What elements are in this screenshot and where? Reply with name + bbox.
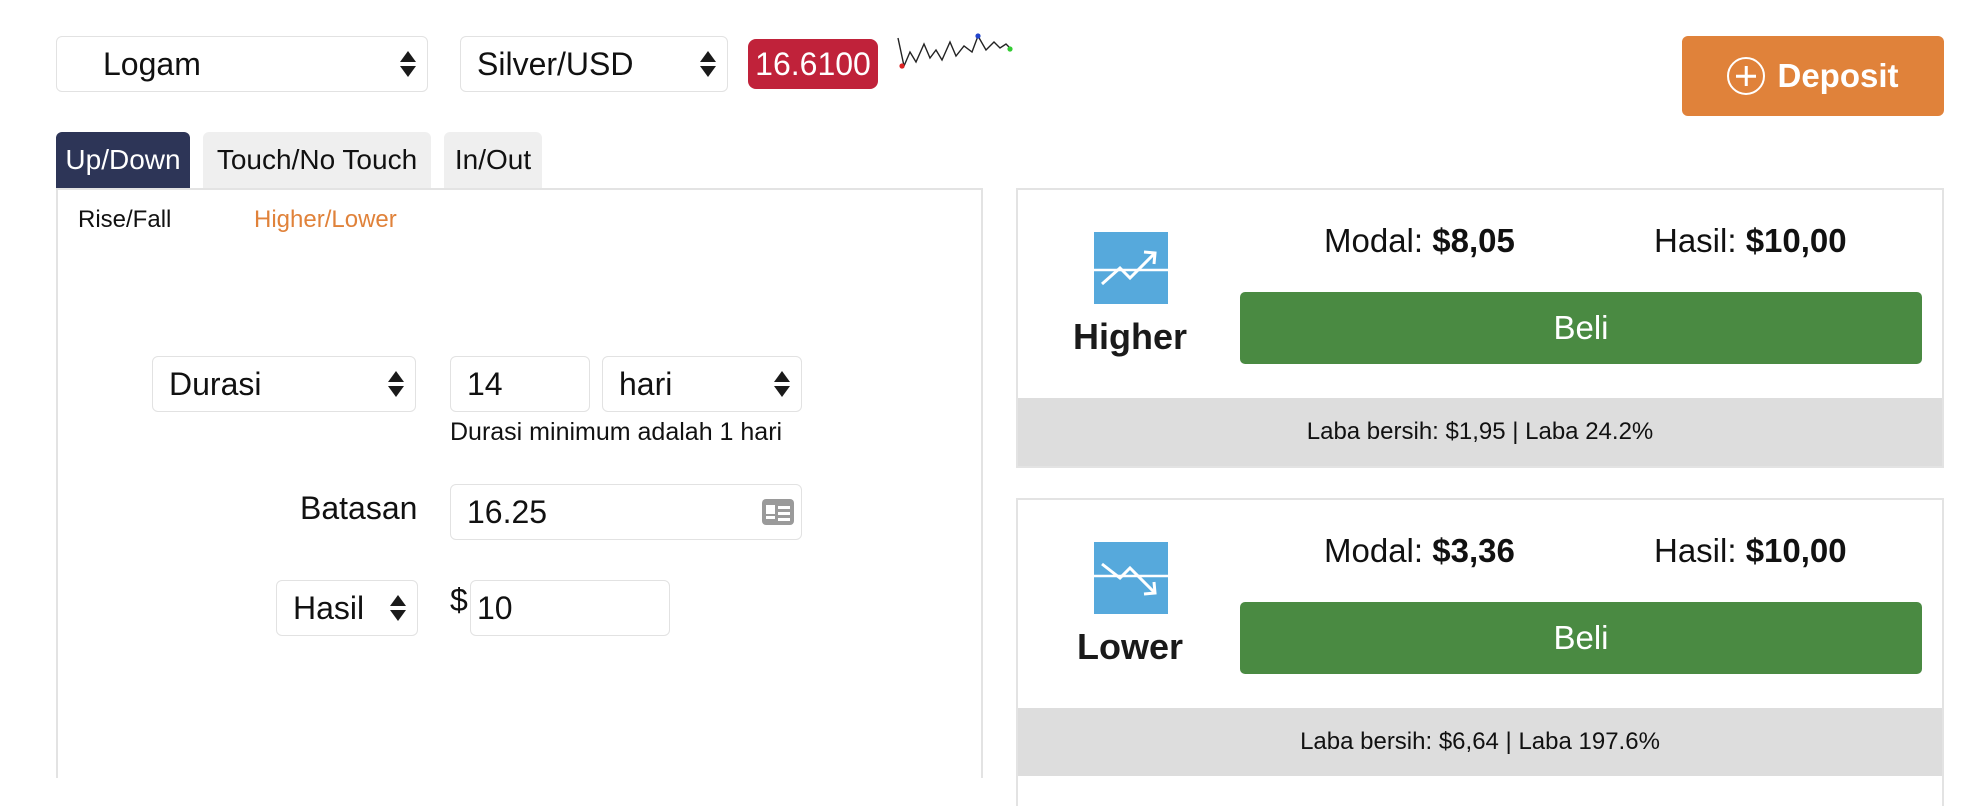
duration-type-select[interactable]: Durasi bbox=[152, 356, 416, 412]
deposit-button[interactable]: Deposit bbox=[1682, 36, 1944, 116]
sparkline-high-point bbox=[975, 33, 981, 39]
contract-card-lower: Lower Modal: $3,36 Hasil: $10,00 Beli La… bbox=[1016, 498, 1944, 806]
select-arrows-icon bbox=[387, 367, 405, 401]
asset-select-value: Silver/USD bbox=[477, 45, 634, 82]
net-profit-higher: Laba bersih: $1,95 | Laba 24.2% bbox=[1018, 398, 1942, 466]
duration-unit-select[interactable]: hari bbox=[602, 356, 802, 412]
deposit-label: Deposit bbox=[1777, 57, 1899, 94]
stake-lower: Modal: $3,36 bbox=[1324, 532, 1515, 570]
stake-value: $8,05 bbox=[1432, 222, 1515, 259]
price-sparkline bbox=[897, 33, 1013, 69]
category-select[interactable]: Logam bbox=[56, 36, 428, 92]
trade-form-panel: Rise/Fall Higher/Lower Durasi 14 hari Du… bbox=[56, 188, 983, 778]
subtab-higher-lower[interactable]: Higher/Lower bbox=[254, 206, 397, 234]
payout-value: $10,00 bbox=[1745, 222, 1847, 259]
trend-down-icon bbox=[1094, 542, 1168, 614]
payout-lower: Hasil: $10,00 bbox=[1654, 532, 1847, 570]
buy-higher-button[interactable]: Beli bbox=[1240, 292, 1922, 364]
payout-label: Hasil: bbox=[1654, 532, 1737, 569]
payout-amount-input[interactable]: 10 bbox=[470, 580, 670, 636]
sparkline-low-point bbox=[899, 63, 905, 69]
select-arrows-icon bbox=[699, 47, 717, 81]
duration-type-value: Durasi bbox=[169, 365, 262, 402]
stake-label: Modal: bbox=[1324, 222, 1424, 259]
asset-select[interactable]: Silver/USD bbox=[460, 36, 728, 92]
sparkline-last-point bbox=[1007, 46, 1013, 52]
payout-value: $10,00 bbox=[1745, 532, 1847, 569]
select-arrows-icon bbox=[389, 591, 407, 625]
stake-higher: Modal: $8,05 bbox=[1324, 222, 1515, 260]
stake-value: $3,36 bbox=[1432, 532, 1515, 569]
payout-higher: Hasil: $10,00 bbox=[1654, 222, 1847, 260]
category-select-value: Logam bbox=[103, 45, 201, 82]
select-arrows-icon bbox=[773, 367, 791, 401]
payout-type-value: Hasil bbox=[293, 589, 365, 626]
plus-circle-icon bbox=[1727, 57, 1766, 95]
barrier-input[interactable]: 16.25 bbox=[450, 484, 802, 540]
duration-hint: Durasi minimum adalah 1 hari bbox=[450, 418, 783, 446]
direction-label-lower: Lower bbox=[1076, 626, 1183, 667]
net-profit-lower: Laba bersih: $6,64 | Laba 197.6% bbox=[1018, 708, 1942, 776]
contract-card-higher: Higher Modal: $8,05 Hasil: $10,00 Beli L… bbox=[1016, 188, 1944, 468]
trend-up-icon bbox=[1094, 232, 1168, 304]
duration-unit-value: hari bbox=[619, 365, 673, 402]
barrier-label: Batasan bbox=[300, 490, 418, 526]
currency-symbol: $ bbox=[450, 582, 468, 618]
stake-label: Modal: bbox=[1324, 532, 1424, 569]
tab-touch-no-touch[interactable]: Touch/No Touch bbox=[203, 132, 431, 188]
tab-in-out[interactable]: In/Out bbox=[444, 132, 542, 188]
id-card-icon[interactable] bbox=[761, 498, 795, 526]
buy-lower-button[interactable]: Beli bbox=[1240, 602, 1922, 674]
payout-label: Hasil: bbox=[1654, 222, 1737, 259]
payout-type-select[interactable]: Hasil bbox=[276, 580, 418, 636]
barrier-value: 16.25 bbox=[467, 493, 548, 530]
select-arrows-icon bbox=[399, 47, 417, 81]
spot-price-badge: 16.6100 bbox=[748, 39, 878, 89]
direction-label-higher: Higher bbox=[1072, 316, 1187, 357]
tab-up-down[interactable]: Up/Down bbox=[56, 132, 190, 188]
subtab-rise-fall[interactable]: Rise/Fall bbox=[78, 206, 171, 234]
duration-amount-input[interactable]: 14 bbox=[450, 356, 590, 412]
